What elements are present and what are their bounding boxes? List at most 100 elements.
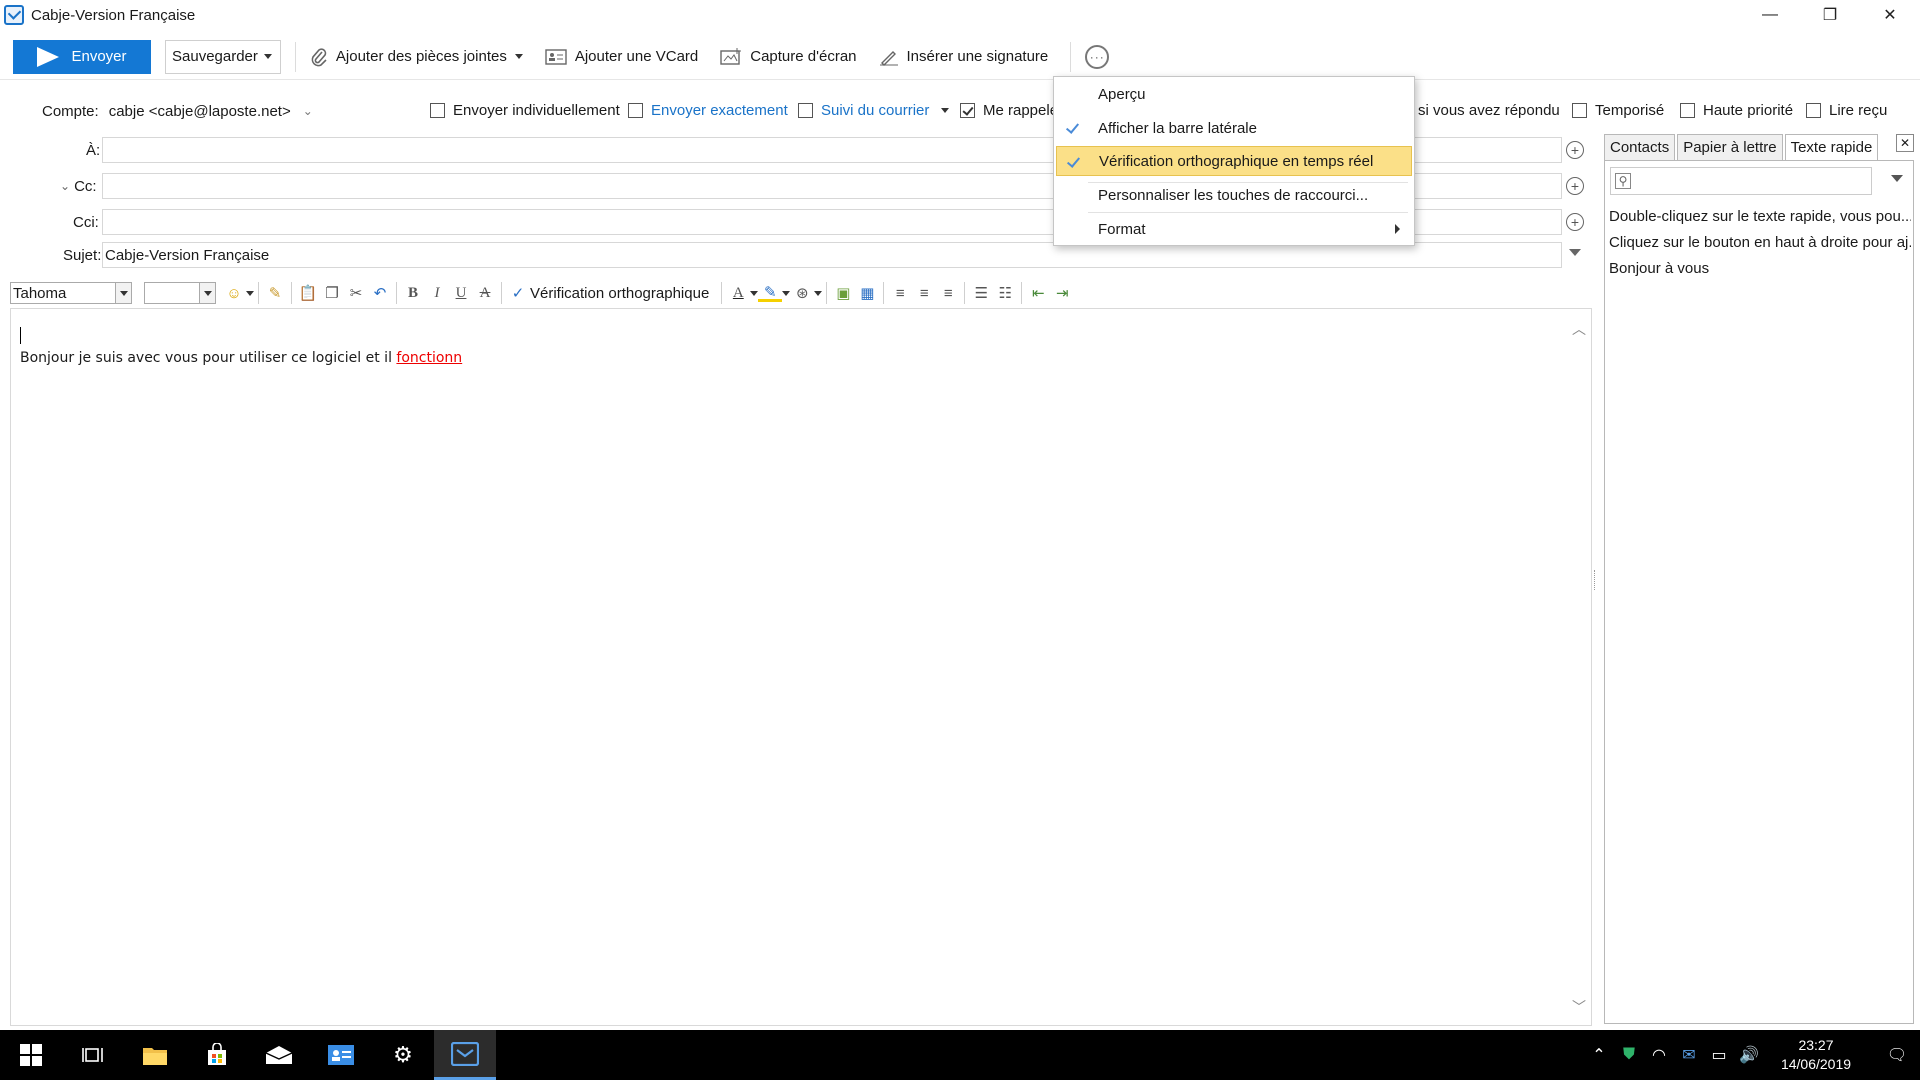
chevron-down-icon[interactable] bbox=[814, 290, 823, 296]
font-select[interactable]: Tahoma bbox=[10, 282, 132, 304]
format-painter-icon[interactable]: ✎ bbox=[263, 282, 287, 304]
italic-icon[interactable]: I bbox=[425, 282, 449, 304]
chevron-up-icon[interactable]: ⌃ bbox=[1584, 1045, 1614, 1065]
read-receipt-checkbox[interactable] bbox=[1806, 102, 1821, 118]
minimize-button[interactable]: — bbox=[1740, 0, 1800, 30]
scroll-down-icon[interactable]: ﹀ bbox=[1571, 999, 1587, 1015]
align-right-icon[interactable]: ≡ bbox=[936, 282, 960, 304]
wifi-icon[interactable]: ◠ bbox=[1644, 1045, 1674, 1065]
numbered-list-icon[interactable]: ☰ bbox=[969, 282, 993, 304]
strikethrough-icon[interactable]: A bbox=[473, 282, 497, 304]
battery-icon[interactable]: ▭ bbox=[1704, 1045, 1734, 1065]
highlight-color-icon[interactable]: ✎ bbox=[758, 284, 783, 302]
attach-button[interactable]: Ajouter des pièces jointes bbox=[310, 47, 523, 67]
align-center-icon[interactable]: ≡ bbox=[912, 282, 936, 304]
screenshot-button[interactable]: Capture d'écran bbox=[720, 47, 857, 66]
contacts-app-icon[interactable] bbox=[310, 1030, 372, 1080]
chevron-down-icon[interactable] bbox=[246, 290, 254, 296]
mail-client-taskbar-icon[interactable] bbox=[434, 1030, 496, 1080]
track-checkbox[interactable] bbox=[798, 102, 813, 118]
signature-button[interactable]: Insérer une signature bbox=[879, 48, 1048, 66]
remind-option[interactable]: Me rappele bbox=[960, 100, 1058, 120]
paste-icon[interactable]: 📋 bbox=[296, 282, 320, 304]
windows-start-icon[interactable] bbox=[0, 1030, 62, 1080]
tab-quick-text[interactable]: Texte rapide bbox=[1784, 134, 1879, 160]
account-select[interactable]: cabje <cabje@laposte.net> bbox=[109, 103, 291, 120]
subject-expand-icon[interactable] bbox=[1569, 249, 1581, 256]
send-individually-checkbox[interactable] bbox=[430, 102, 445, 118]
chevron-down-icon[interactable] bbox=[941, 107, 950, 113]
send-individually-option[interactable]: Envoyer individuellement bbox=[430, 100, 620, 120]
add-cc-recipient-icon[interactable]: + bbox=[1566, 177, 1584, 195]
font-color-icon[interactable]: A bbox=[726, 282, 750, 304]
filter-dropdown-icon[interactable] bbox=[1891, 175, 1903, 182]
spellcheck-button[interactable]: Vérification orthographique bbox=[530, 285, 709, 302]
store-icon[interactable] bbox=[186, 1030, 248, 1080]
chevron-down-icon[interactable] bbox=[514, 54, 523, 59]
menu-item-realtime-spellcheck[interactable]: Vérification orthographique en temps rée… bbox=[1056, 146, 1412, 176]
close-icon[interactable]: ✕ bbox=[1896, 134, 1914, 152]
file-explorer-icon[interactable] bbox=[124, 1030, 186, 1080]
copy-icon[interactable]: ❐ bbox=[320, 282, 344, 304]
send-button[interactable]: Envoyer bbox=[13, 39, 151, 74]
volume-icon[interactable]: 🔊 bbox=[1734, 1045, 1764, 1065]
insert-table-icon[interactable]: ▦ bbox=[855, 282, 879, 304]
mail-icon[interactable] bbox=[248, 1030, 310, 1080]
notifications-icon[interactable]: 🗨 bbox=[1874, 1045, 1920, 1065]
bullet-list-icon[interactable]: ☷ bbox=[993, 282, 1017, 304]
spellcheck-icon[interactable]: ✓ bbox=[506, 282, 530, 304]
more-options-icon[interactable]: ··· bbox=[1085, 44, 1110, 69]
chevron-down-icon[interactable] bbox=[750, 290, 759, 296]
track-option[interactable]: Suivi du courrier bbox=[798, 100, 950, 120]
close-button[interactable]: ✕ bbox=[1860, 0, 1920, 30]
quick-text-search[interactable]: ⚲ bbox=[1610, 167, 1872, 195]
delayed-option[interactable]: Temporisé bbox=[1572, 100, 1664, 120]
read-receipt-option[interactable]: Lire reçu bbox=[1806, 100, 1887, 120]
emoji-icon[interactable]: ☺ bbox=[222, 282, 246, 304]
add-bcc-recipient-icon[interactable]: + bbox=[1566, 213, 1584, 231]
font-size-select[interactable] bbox=[144, 282, 216, 304]
menu-item-shortcuts[interactable]: Personnaliser les touches de raccourci..… bbox=[1056, 180, 1412, 210]
list-item[interactable]: Cliquez sur le bouton en haut à droite p… bbox=[1609, 229, 1911, 255]
menu-item-format[interactable]: Format bbox=[1056, 214, 1412, 244]
settings-gear-icon[interactable]: ⚙ bbox=[372, 1030, 434, 1080]
shield-icon[interactable]: ⛊ bbox=[1614, 1046, 1644, 1064]
high-priority-checkbox[interactable] bbox=[1680, 102, 1695, 118]
send-exactly-checkbox[interactable] bbox=[628, 102, 643, 118]
menu-item-preview[interactable]: Aperçu bbox=[1056, 79, 1412, 109]
high-priority-option[interactable]: Haute priorité bbox=[1680, 100, 1793, 120]
chevron-down-icon[interactable] bbox=[199, 283, 215, 303]
restore-button[interactable]: ❐ bbox=[1800, 0, 1860, 30]
menu-item-show-sidebar[interactable]: Afficher la barre latérale bbox=[1056, 113, 1412, 143]
add-to-recipient-icon[interactable]: + bbox=[1566, 141, 1584, 159]
misspelled-word[interactable]: fonctionn bbox=[396, 350, 462, 366]
remind-checkbox[interactable] bbox=[960, 102, 975, 118]
save-button[interactable]: Sauvegarder bbox=[165, 39, 281, 74]
underline-icon[interactable]: U bbox=[449, 282, 473, 304]
tab-stationery[interactable]: Papier à lettre bbox=[1677, 134, 1783, 160]
splitter-handle[interactable] bbox=[1594, 570, 1596, 590]
list-item[interactable]: Double-cliquez sur le texte rapide, vous… bbox=[1609, 203, 1911, 229]
delayed-checkbox[interactable] bbox=[1572, 102, 1587, 118]
chevron-down-icon[interactable]: ⌄ bbox=[60, 179, 70, 193]
outdent-icon[interactable]: ⇤ bbox=[1026, 282, 1050, 304]
cut-icon[interactable]: ✂ bbox=[344, 282, 368, 304]
insert-image-icon[interactable]: ▣ bbox=[831, 282, 855, 304]
chevron-down-icon[interactable] bbox=[115, 283, 131, 303]
undo-icon[interactable]: ↶ bbox=[368, 282, 392, 304]
task-view-icon[interactable] bbox=[62, 1030, 124, 1080]
clock[interactable]: 23:27 14/06/2019 bbox=[1770, 1036, 1862, 1074]
mail-tray-icon[interactable]: ✉ bbox=[1674, 1045, 1704, 1065]
bold-icon[interactable]: B bbox=[401, 282, 425, 304]
message-body[interactable]: Bonjour je suis avec vous pour utiliser … bbox=[20, 350, 462, 366]
chevron-down-icon[interactable]: ⌄ bbox=[303, 104, 313, 118]
scroll-up-icon[interactable]: ︿ bbox=[1571, 321, 1587, 337]
list-item[interactable]: Bonjour à vous bbox=[1609, 255, 1911, 281]
insert-link-icon[interactable]: ⊛ bbox=[790, 282, 814, 304]
vcard-button[interactable]: Ajouter une VCard bbox=[545, 48, 698, 65]
tab-contacts[interactable]: Contacts bbox=[1604, 134, 1676, 160]
chevron-down-icon[interactable] bbox=[782, 290, 791, 296]
if-replied-option[interactable]: si vous avez répondu bbox=[1418, 100, 1560, 120]
message-editor[interactable]: Bonjour je suis avec vous pour utiliser … bbox=[10, 308, 1592, 1026]
send-exactly-option[interactable]: Envoyer exactement bbox=[628, 100, 788, 120]
